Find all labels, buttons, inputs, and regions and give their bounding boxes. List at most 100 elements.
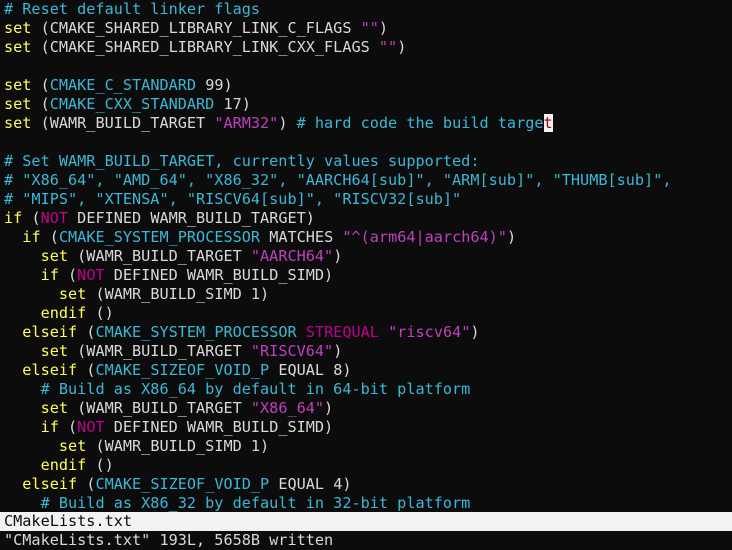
code-token-plain: (WAMR_BUILD_TARGET (68, 247, 251, 265)
code-line[interactable]: if (NOT DEFINED WAMR_BUILD_SIMD) (4, 266, 334, 285)
code-token-plain: (WAMR_BUILD_SIMD 1) (86, 437, 270, 455)
code-line[interactable]: set (CMAKE_SHARED_LIBRARY_LINK_C_FLAGS "… (4, 19, 388, 38)
code-token-plain: ( (77, 475, 96, 493)
code-token-plain: (CMAKE_SHARED_LIBRARY_LINK_C_FLAGS (31, 19, 361, 37)
code-line[interactable]: endif () (4, 456, 114, 475)
code-token-string: "" (360, 19, 379, 37)
code-token-plain: ) (333, 247, 343, 265)
code-token-keyword: if (22, 228, 41, 246)
code-token-plain: ) (333, 342, 343, 360)
code-line[interactable]: set (WAMR_BUILD_SIMD 1) (4, 437, 269, 456)
code-line[interactable]: endif () (4, 304, 114, 323)
code-line[interactable]: # "MIPS", "XTENSA", "RISCV64[sub]", "RIS… (4, 190, 461, 209)
code-line[interactable]: # Build as X86_64 by default in 64-bit p… (4, 380, 471, 399)
code-token-plain: () (86, 456, 114, 474)
code-token-const: STREQUAL (305, 323, 379, 341)
code-token-comment: # "MIPS", "XTENSA", "RISCV64[sub]", "RIS… (4, 190, 462, 208)
code-editor[interactable]: # Reset default linker flags set (CMAKE_S… (0, 0, 732, 512)
code-token-plain: MATCHES (260, 228, 343, 246)
code-token-plain: ( (77, 323, 96, 341)
code-token-string: "ARM32" (214, 114, 279, 132)
code-token-string: "riscv64" (388, 323, 471, 341)
code-token-keyword: set (4, 114, 32, 132)
code-token-plain: ( (31, 76, 50, 94)
code-token-var: CMAKE_SIZEOF_VOID_P (95, 361, 270, 379)
code-token-string: "" (378, 38, 398, 56)
code-token-keyword: set (40, 342, 69, 360)
code-line[interactable]: set (CMAKE_SHARED_LIBRARY_LINK_CXX_FLAGS… (4, 38, 406, 57)
code-token-const: NOT (40, 209, 69, 227)
code-token-plain: ) (324, 399, 334, 417)
code-line[interactable]: set (WAMR_BUILD_TARGET "ARM32") # hard c… (4, 114, 553, 133)
code-token-plain: ) (378, 19, 389, 37)
code-token-plain: ) (278, 114, 297, 132)
code-token-keyword: set (58, 285, 87, 303)
code-token-comment: # Set WAMR_BUILD_TARGET, currently value… (4, 152, 480, 170)
code-token-plain: (WAMR_BUILD_SIMD 1) (86, 285, 270, 303)
code-token-var: CMAKE_SYSTEM_PROCESSOR (95, 323, 297, 341)
code-line[interactable]: set (CMAKE_C_STANDARD 99) (4, 76, 233, 95)
code-token-plain: DEFINED WAMR_BUILD_SIMD) (104, 266, 334, 284)
code-token-plain: (WAMR_BUILD_TARGET (68, 399, 251, 417)
code-token-plain: DEFINED WAMR_BUILD_SIMD) (104, 418, 334, 436)
code-token-keyword: if (4, 209, 23, 227)
code-line[interactable]: elseif (CMAKE_SIZEOF_VOID_P EQUAL 4) (4, 475, 352, 494)
code-token-plain: DEFINED WAMR_BUILD_TARGET) (68, 209, 315, 227)
code-token-const: NOT (77, 418, 105, 436)
code-line[interactable]: set (CMAKE_CXX_STANDARD 17) (4, 95, 251, 114)
code-line[interactable]: set (WAMR_BUILD_SIMD 1) (4, 285, 269, 304)
code-line[interactable]: set (WAMR_BUILD_TARGET "AARCH64") (4, 247, 343, 266)
code-token-plain: (WAMR_BUILD_TARGET (68, 342, 251, 360)
code-token-comment: # hard code the build targe (296, 114, 544, 132)
code-token-plain: EQUAL 8) (269, 361, 352, 379)
code-line[interactable]: elseif (CMAKE_SYSTEM_PROCESSOR STREQUAL … (4, 323, 480, 342)
code-token-plain: ( (31, 95, 50, 113)
code-token-plain: ) (470, 323, 480, 341)
code-line[interactable]: # Set WAMR_BUILD_TARGET, currently value… (4, 152, 479, 171)
code-line[interactable]: set (WAMR_BUILD_TARGET "RISCV64") (4, 342, 343, 361)
code-token-plain: ( (58, 418, 78, 436)
code-line[interactable]: elseif (CMAKE_SIZEOF_VOID_P EQUAL 8) (4, 361, 352, 380)
code-token-const: NOT (77, 266, 105, 284)
code-token-keyword: elseif (22, 323, 78, 341)
code-token-string: "^(arm64|aarch64)" (342, 228, 507, 246)
code-token-var: CMAKE_SIZEOF_VOID_P (95, 475, 270, 493)
code-token-string: "RISCV64" (250, 342, 334, 360)
code-token-keyword: if (40, 266, 59, 284)
code-token-keyword: elseif (22, 361, 78, 379)
code-token-plain: 99) (196, 76, 233, 94)
code-line[interactable]: set (WAMR_BUILD_TARGET "X86_64") (4, 399, 334, 418)
status-bar-filename: CMakeLists.txt (0, 512, 732, 531)
code-token-plain: EQUAL 4) (269, 475, 352, 493)
code-token-keyword: set (4, 76, 32, 94)
code-token-plain: ( (40, 228, 59, 246)
code-token-plain: ( (58, 266, 78, 284)
code-line[interactable]: # "X86_64", "AMD_64", "X86_32", "AARCH64… (4, 171, 672, 190)
code-token-plain: ( (22, 209, 41, 227)
code-line[interactable]: if (NOT DEFINED WAMR_BUILD_TARGET) (4, 209, 315, 228)
code-token-keyword: if (40, 418, 59, 436)
code-line[interactable]: # Build as X86_32 by default in 32-bit p… (4, 494, 471, 512)
code-token-var: CMAKE_CXX_STANDARD (49, 95, 215, 113)
code-token-keyword: endif (40, 304, 87, 322)
code-token-plain: ) (506, 228, 517, 246)
code-line[interactable]: if (CMAKE_SYSTEM_PROCESSOR MATCHES "^(ar… (4, 228, 516, 247)
code-token-plain: ) (397, 38, 407, 56)
code-token-comment: # "X86_64", "AMD_64", "X86_32", "AARCH64… (4, 171, 672, 189)
code-token-var: CMAKE_C_STANDARD (49, 76, 197, 94)
code-token-keyword: set (4, 38, 32, 56)
code-line[interactable]: # Reset default linker flags (4, 0, 260, 19)
code-token-plain: (WAMR_BUILD_TARGET (31, 114, 215, 132)
code-line[interactable]: if (NOT DEFINED WAMR_BUILD_SIMD) (4, 418, 334, 437)
